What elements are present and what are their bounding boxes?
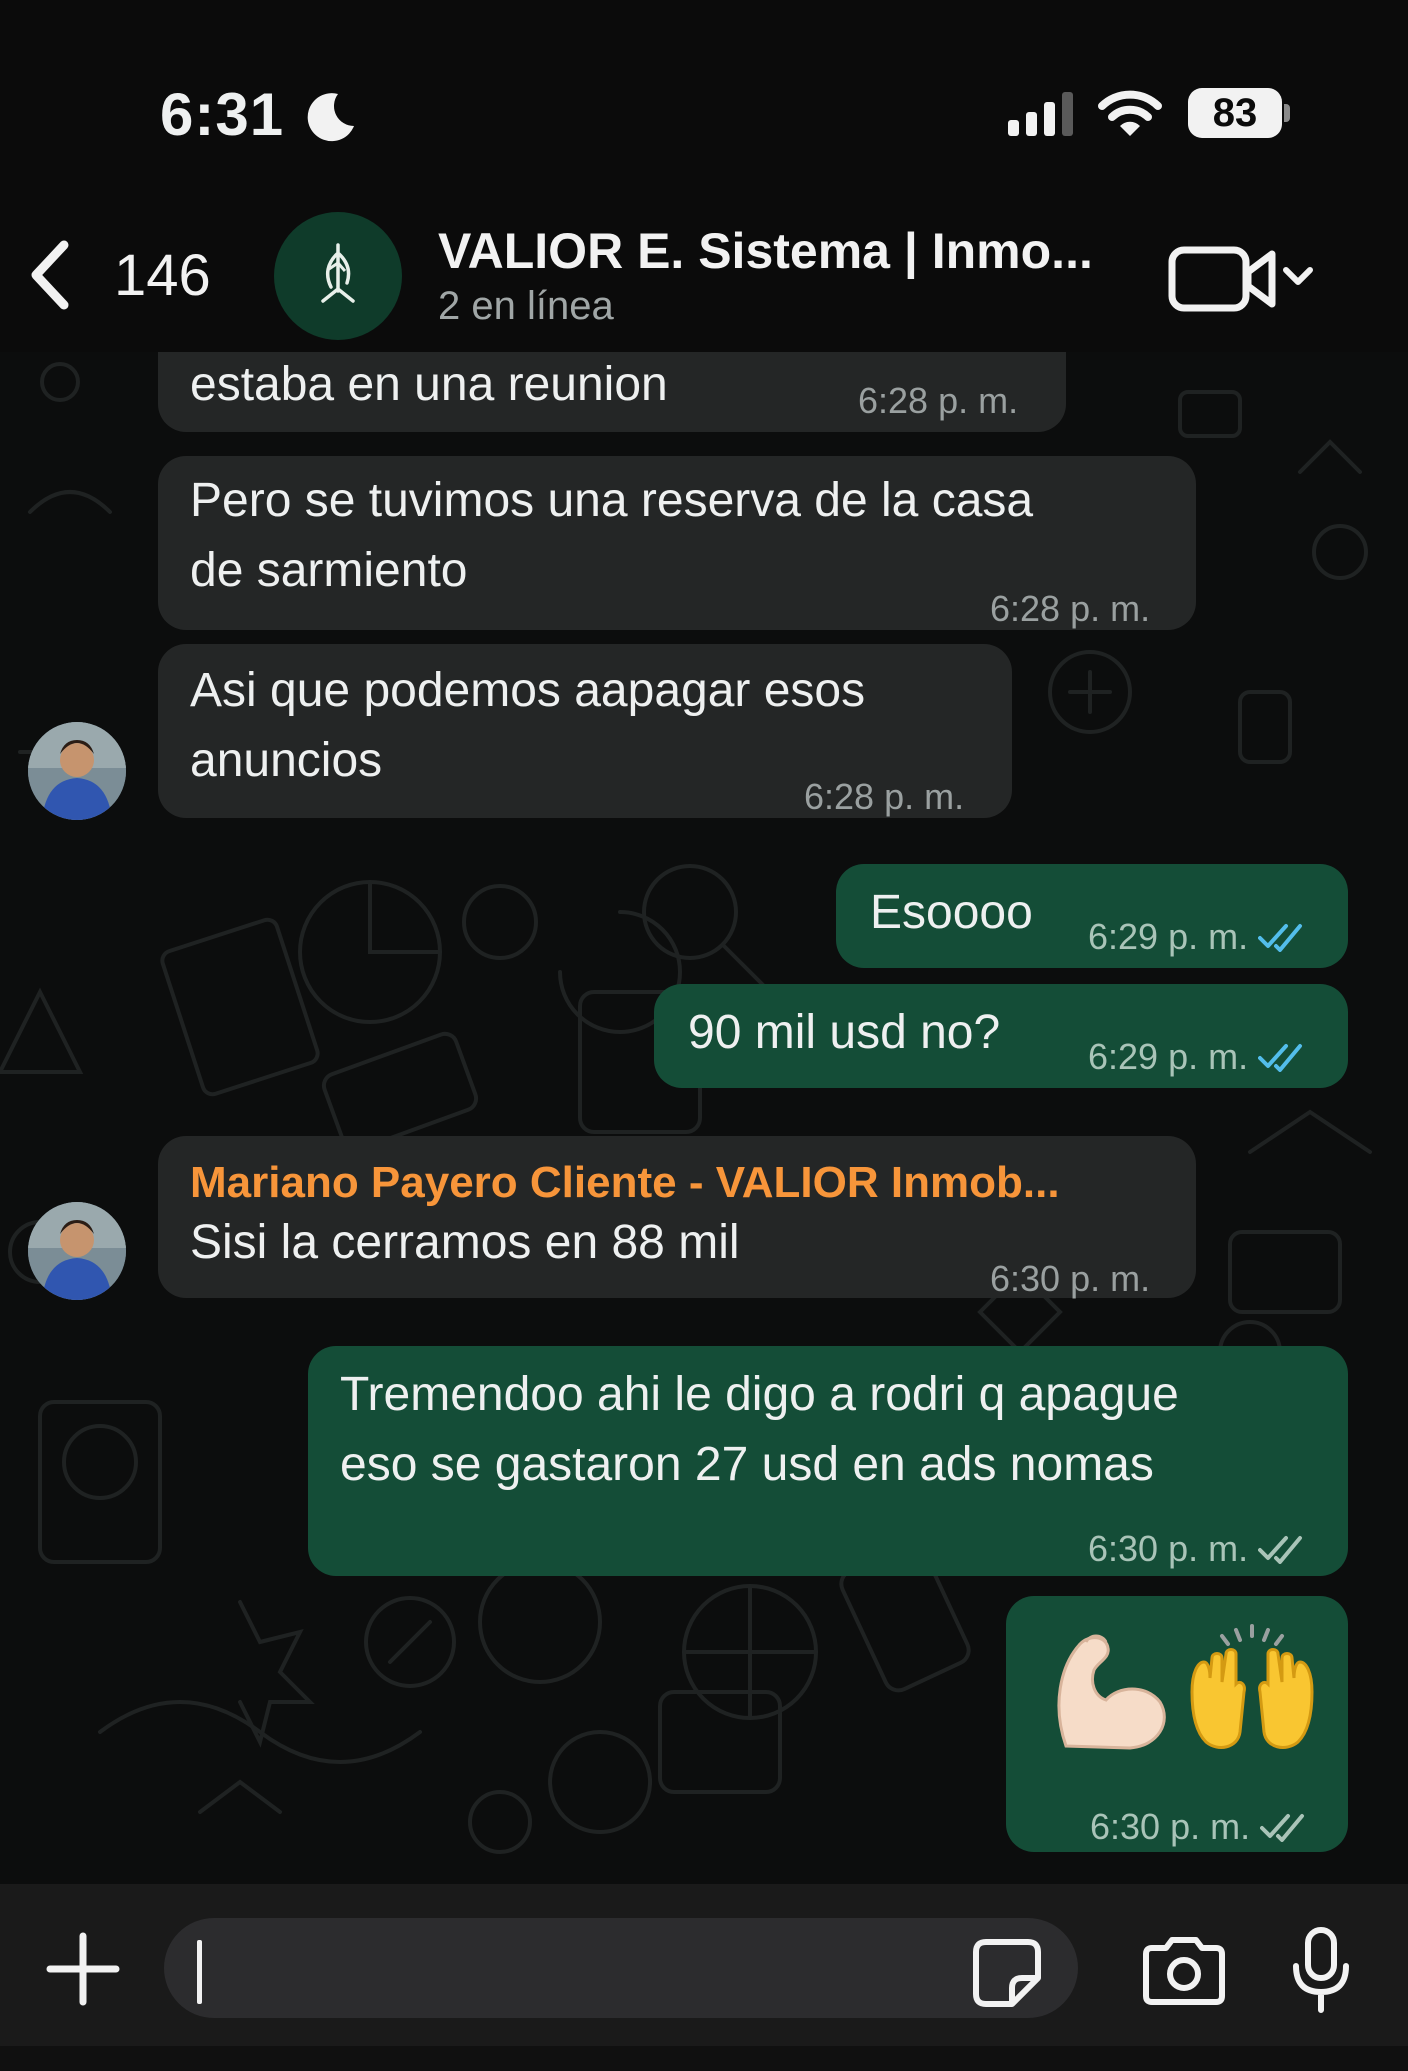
flexed-biceps-emoji [1057,1634,1166,1750]
video-camera-icon [1168,246,1276,312]
unread-chats-count: 146 [114,242,211,308]
group-avatar[interactable] [274,212,402,340]
message-time-text: 6:29 p. m. [1088,1036,1249,1077]
incoming-message-bubble[interactable]: Asi que podemos aapagar esos anuncios 6:… [158,644,1012,818]
valior-logo-icon [321,243,355,303]
message-time-text: 6:30 p. m. [1088,1528,1249,1569]
incoming-message-bubble[interactable]: estaba en una reunion 6:28 p. m. [158,352,1066,432]
battery-indicator: 83 [1188,88,1282,138]
message-text-line: eso se gastaron 27 usd en ads nomas [340,1438,1154,1491]
raising-hands-emoji [1190,1624,1314,1749]
microphone-icon[interactable] [1290,1926,1352,2014]
chevron-down-icon [1283,267,1313,285]
outgoing-message-bubble[interactable]: Tremendoo ahi le digo a rodri q apague e… [308,1346,1348,1576]
back-button[interactable]: 146 [28,230,228,320]
status-time: 6:31 [160,81,285,148]
message-text-line: Pero se tuvimos una reserva de la casa [190,474,1034,527]
double-check-grey-icon [1258,1536,1303,1564]
message-text-line: Tremendoo ahi le digo a rodri q apague [340,1368,1179,1421]
message-time: 6:30 p. m. [1090,1792,1308,1862]
sender-photo [28,722,126,820]
message-time: 6:30 p. m. [1088,1514,1306,1584]
double-check-blue-icon [1258,1044,1303,1072]
message-text: estaba en una reunion [190,358,668,411]
double-check-blue-icon [1258,924,1303,952]
message-time: 6:28 p. m. [858,380,1019,421]
message-list[interactable]: estaba en una reunion 6:28 p. m. Pero se… [0,352,1408,1884]
outgoing-emoji-bubble[interactable]: 6:30 p. m. [1006,1596,1348,1852]
chevron-left-icon [31,240,69,310]
message-text-line: de sarmiento [190,544,468,597]
message-time: 6:30 p. m. [990,1258,1151,1299]
message-time-text: 6:29 p. m. [1088,916,1249,957]
text-caret [197,1940,202,2004]
home-indicator-area [0,2046,1408,2071]
do-not-disturb-moon-icon [307,93,354,142]
message-time: 6:28 p. m. [990,588,1151,629]
sender-photo [28,1202,126,1300]
outgoing-message-bubble[interactable]: 90 mil usd no? 6:29 p. m. [654,984,1348,1088]
wifi-icon [1098,90,1162,136]
camera-icon[interactable] [1140,1936,1228,2006]
double-check-grey-icon [1260,1814,1305,1842]
cellular-signal-icon [1008,92,1073,136]
message-time-text: 6:30 p. m. [1090,1806,1251,1847]
sticker-icon[interactable] [972,1938,1042,2008]
message-text: 90 mil usd no? [688,1006,1001,1059]
message-time: 6:28 p. m. [804,776,965,817]
outgoing-message-bubble[interactable]: Esoooo 6:29 p. m. [836,864,1348,968]
status-bar: 6:31 83 [0,0,1408,200]
message-text: Esoooo [870,886,1033,939]
sender-avatar[interactable] [28,1202,126,1300]
video-call-button[interactable] [1168,240,1318,320]
message-input[interactable] [164,1918,1078,2018]
message-text-line: Asi que podemos aapagar esos [190,664,866,717]
composer-bar [0,1884,1408,2071]
message-time: 6:29 p. m. [1088,1022,1306,1092]
message-text: Sisi la cerramos en 88 mil [190,1216,740,1269]
incoming-message-bubble[interactable]: Pero se tuvimos una reserva de la casa d… [158,456,1196,630]
battery-tip [1284,104,1290,122]
message-text-line: anuncios [190,734,383,787]
incoming-message-bubble[interactable]: Mariano Payero Cliente - VALIOR Inmob...… [158,1136,1196,1299]
chat-subtitle: 2 en línea [438,284,614,328]
chat-header: 146 VALIOR E. Sistema | Inmo... 2 en lín… [0,200,1408,352]
plus-icon[interactable] [46,1932,120,2006]
sender-avatar[interactable] [28,722,126,820]
chat-title[interactable]: VALIOR E. Sistema | Inmo... [438,222,1093,280]
message-time: 6:29 p. m. [1088,902,1306,972]
